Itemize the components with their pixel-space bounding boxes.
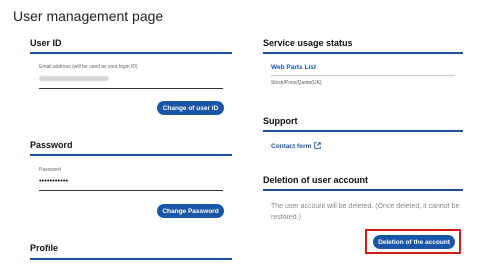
service-usage-divider xyxy=(271,75,455,76)
deletion-rule xyxy=(263,189,463,191)
change-password-button[interactable]: Change Password xyxy=(157,204,224,218)
user-id-rule xyxy=(30,52,232,54)
email-field-label: Email address (will be used as your logi… xyxy=(39,64,138,70)
external-link-icon xyxy=(314,142,322,151)
support-rule xyxy=(263,130,463,132)
contact-form-link[interactable]: Contact form xyxy=(271,142,322,151)
service-usage-rule xyxy=(263,52,463,54)
email-field[interactable] xyxy=(39,76,109,81)
password-rule xyxy=(30,154,232,156)
email-field-underline xyxy=(39,88,223,89)
support-heading: Support xyxy=(263,116,298,126)
password-field-underline xyxy=(39,190,223,191)
password-field[interactable]: ••••••••••• xyxy=(39,178,68,186)
delete-account-button[interactable]: Deletion of the account xyxy=(373,235,455,249)
web-parts-list-link[interactable]: Web Parts List xyxy=(271,64,316,71)
profile-rule xyxy=(30,258,232,260)
contact-form-label: Contact form xyxy=(271,143,312,151)
deletion-heading: Deletion of user account xyxy=(263,175,369,185)
deletion-notice: The user account will be deleted. (Once … xyxy=(271,203,460,221)
user-id-heading: User ID xyxy=(30,38,62,48)
password-heading: Password xyxy=(30,140,73,150)
change-user-id-button[interactable]: Change of user ID xyxy=(157,101,224,115)
password-field-label: Password xyxy=(39,167,61,173)
profile-heading: Profile xyxy=(30,243,59,253)
service-usage-heading: Service usage status xyxy=(263,38,353,48)
service-usage-subtext: Stock/Price/Quote(UK) xyxy=(271,80,322,86)
page-title: User management page xyxy=(13,8,164,24)
